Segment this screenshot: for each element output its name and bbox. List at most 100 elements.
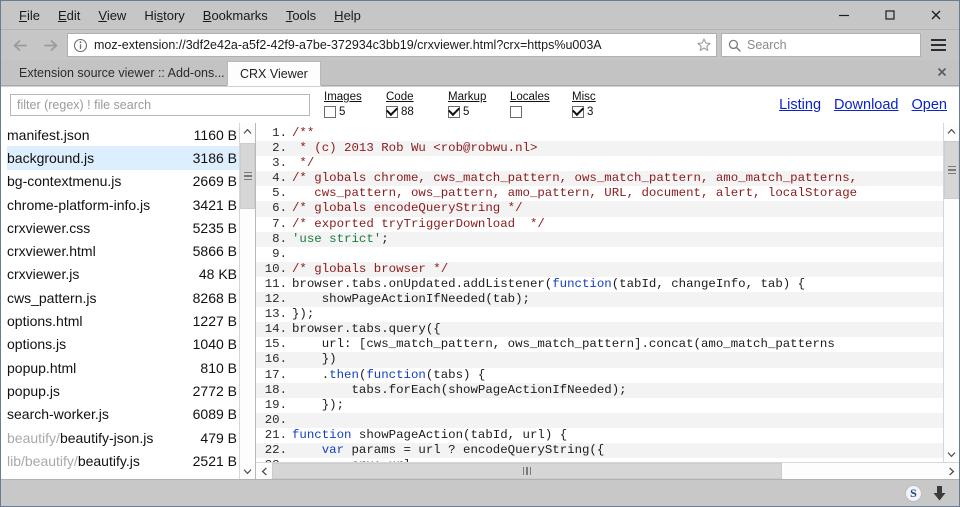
app-menu-icon[interactable] xyxy=(925,33,951,57)
checkbox-code[interactable] xyxy=(386,105,398,118)
maximize-button[interactable] xyxy=(867,1,913,29)
filter-locales[interactable]: Locales xyxy=(510,91,572,119)
filter-images[interactable]: Images 5 xyxy=(324,91,386,119)
code-hscroll-track[interactable] xyxy=(272,463,943,479)
file-list-item[interactable]: crxviewer.css 5235 B xyxy=(7,216,239,239)
line-number: 8 xyxy=(256,232,292,247)
close-button[interactable] xyxy=(913,1,959,29)
code-text[interactable]: * (c) 2013 Rob Wu <rob@robwu.nl> xyxy=(292,141,537,156)
code-text[interactable]: /* exported tryTriggerDownload */ xyxy=(292,217,545,232)
code-text[interactable]: }); xyxy=(292,307,314,322)
menu-item-view[interactable]: View xyxy=(89,5,135,26)
site-info-icon[interactable] xyxy=(73,38,88,53)
filter-markup[interactable]: Markup 5 xyxy=(448,91,510,119)
menu-item-history[interactable]: History xyxy=(135,5,193,26)
code-text[interactable]: /* globals chrome, cws_match_pattern, ow… xyxy=(292,171,857,186)
file-list-item[interactable]: chrome-platform-info.js 3421 B xyxy=(7,193,239,216)
code-scroll-track[interactable] xyxy=(944,139,959,446)
browser-tab-0[interactable]: Extension source viewer :: Add-ons... xyxy=(7,60,227,85)
code-text[interactable]: /** xyxy=(292,126,314,141)
file-list-item[interactable]: cws_pattern.js 8268 B xyxy=(7,286,239,309)
file-list-item[interactable]: crxviewer.html 5866 B xyxy=(7,239,239,262)
search-input-placeholder[interactable]: Search xyxy=(747,38,787,52)
filter-count: 88 xyxy=(401,105,414,118)
file-list-item[interactable]: options.html 1227 B xyxy=(7,309,239,332)
scroll-down-icon[interactable] xyxy=(944,446,959,462)
minimize-button[interactable] xyxy=(821,1,867,29)
filter-input[interactable] xyxy=(10,94,310,116)
file-size: 5235 B xyxy=(192,219,237,236)
scroll-right-icon[interactable] xyxy=(943,463,959,479)
checkbox-locales[interactable] xyxy=(510,105,522,118)
code-scroll-thumb[interactable] xyxy=(944,141,959,199)
bookmark-star-icon[interactable] xyxy=(696,37,712,53)
code-text[interactable]: */ xyxy=(292,156,314,171)
file-list-item[interactable]: crxviewer.js 48 KB xyxy=(7,263,239,286)
file-size: 3421 B xyxy=(192,196,237,213)
checkbox-misc[interactable] xyxy=(572,105,584,118)
scroll-down-icon[interactable] xyxy=(240,463,255,479)
close-icon[interactable] xyxy=(935,65,949,79)
menu-item-tools[interactable]: Tools xyxy=(277,5,325,26)
code-text[interactable]: url: [cws_match_pattern, ows_match_patte… xyxy=(292,337,835,352)
download-arrow-icon[interactable] xyxy=(932,485,947,502)
code-text[interactable]: .then(function(tabs) { xyxy=(292,368,486,383)
code-text[interactable]: showPageActionIfNeeded(tab); xyxy=(292,292,530,307)
file-list-item[interactable]: lib/beautify/beautify.js 2521 B xyxy=(7,449,239,472)
file-size: 5866 B xyxy=(192,243,237,260)
filter-row xyxy=(510,104,525,119)
file-list-scrollbar[interactable] xyxy=(239,123,255,479)
code-text[interactable]: function showPageAction(tabId, url) { xyxy=(292,428,567,443)
line-number: 14 xyxy=(256,322,292,337)
file-list-item[interactable]: popup.js 2772 B xyxy=(7,379,239,402)
code-text[interactable]: 'use strict'; xyxy=(292,232,389,247)
code-text[interactable]: tabs.forEach(showPageActionIfNeeded); xyxy=(292,383,626,398)
file-list-item[interactable]: options.js 1040 B xyxy=(7,333,239,356)
source-viewer-icon[interactable]: S xyxy=(905,484,922,502)
code-text[interactable]: crx: url xyxy=(292,458,411,462)
code-horizontal-scrollbar[interactable] xyxy=(256,462,959,479)
code-line: 23 crx: url xyxy=(256,458,943,462)
file-list-scroll-track[interactable] xyxy=(240,139,255,463)
url-text[interactable]: moz-extension://3df2e42a-a5f2-42f9-a7be-… xyxy=(94,38,690,52)
filter-misc[interactable]: Misc 3 xyxy=(572,91,634,119)
menu-item-edit[interactable]: Edit xyxy=(49,5,89,26)
browser-tab-1[interactable]: CRX Viewer xyxy=(227,61,321,86)
forward-button[interactable] xyxy=(37,33,63,57)
file-list-scroll-thumb[interactable] xyxy=(240,143,255,209)
checkbox-markup[interactable] xyxy=(448,105,460,118)
link-open[interactable]: Open xyxy=(912,97,947,113)
code-vertical-scrollbar[interactable] xyxy=(943,123,959,462)
menu-item-file[interactable]: File xyxy=(10,5,49,26)
code-text[interactable]: var params = url ? encodeQueryString({ xyxy=(292,443,605,458)
code-hscroll-thumb[interactable] xyxy=(272,463,782,479)
code-text[interactable]: cws_pattern, ows_pattern, amo_pattern, U… xyxy=(292,186,857,201)
code-text[interactable]: /* globals browser */ xyxy=(292,262,448,277)
file-list-item[interactable]: bg-contextmenu.js 2669 B xyxy=(7,170,239,193)
menu-item-help[interactable]: Help xyxy=(325,5,370,26)
menu-item-bookmarks[interactable]: Bookmarks xyxy=(194,5,277,26)
checkbox-images[interactable] xyxy=(324,105,336,118)
url-bar[interactable]: moz-extension://3df2e42a-a5f2-42f9-a7be-… xyxy=(67,33,717,57)
navigation-toolbar: moz-extension://3df2e42a-a5f2-42f9-a7be-… xyxy=(1,30,959,60)
link-listing[interactable]: Listing xyxy=(779,97,821,113)
file-list-item[interactable]: popup.html 810 B xyxy=(7,356,239,379)
code-text[interactable]: /* globals encodeQueryString */ xyxy=(292,201,523,216)
search-bar[interactable]: Search xyxy=(721,33,921,57)
code-text[interactable]: browser.tabs.query({ xyxy=(292,322,441,337)
code-text[interactable]: browser.tabs.onUpdated.addListener(funct… xyxy=(292,277,805,292)
scroll-up-icon[interactable] xyxy=(240,123,255,139)
code-text[interactable]: }) xyxy=(292,352,337,367)
file-list-item[interactable]: beautify/beautify-json.js 479 B xyxy=(7,426,239,449)
link-download[interactable]: Download xyxy=(834,97,899,113)
file-list-item[interactable]: manifest.json 1160 B xyxy=(7,123,239,146)
scroll-left-icon[interactable] xyxy=(256,463,272,479)
back-button[interactable] xyxy=(7,33,33,57)
code-content[interactable]: 1/**2 * (c) 2013 Rob Wu <rob@robwu.nl>3 … xyxy=(256,123,943,462)
scroll-up-icon[interactable] xyxy=(944,123,959,139)
file-list-item[interactable]: search-worker.js 6089 B xyxy=(7,403,239,426)
line-number: 19 xyxy=(256,398,292,413)
code-text[interactable]: }); xyxy=(292,398,344,413)
file-list-item[interactable]: background.js 3186 B xyxy=(7,146,239,170)
filter-code[interactable]: Code 88 xyxy=(386,91,448,119)
